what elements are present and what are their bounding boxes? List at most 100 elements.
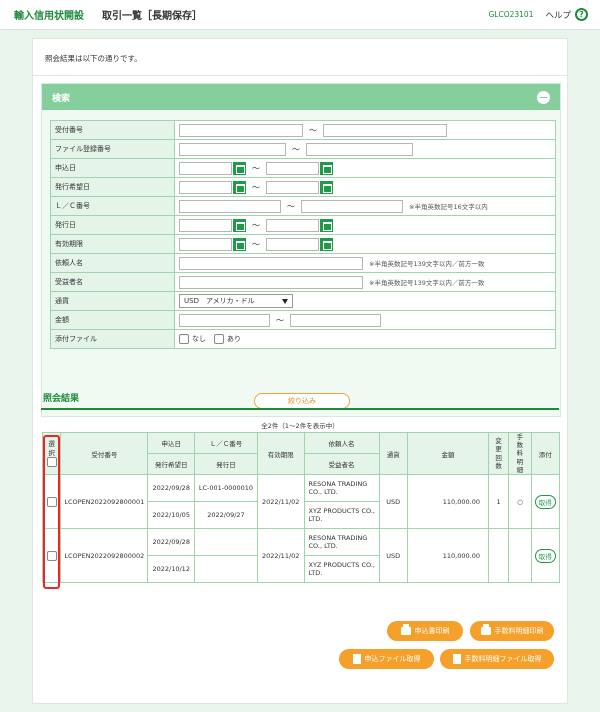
expiry-to-input[interactable]	[266, 237, 319, 251]
expiry-from-input[interactable]	[179, 237, 232, 251]
file-icon	[352, 654, 361, 664]
change-count-cell	[487, 528, 510, 583]
range-separator: 〜	[309, 125, 317, 135]
get-fee-detail-file-button[interactable]: 手数料明細ファイル取得	[440, 649, 554, 669]
lc-no-cell: LC-001-0000010	[194, 474, 258, 502]
col-change-count: 変更回数	[487, 432, 510, 475]
calendar-icon[interactable]	[233, 237, 246, 251]
get-application-file-button[interactable]: 申込ファイル取得	[339, 649, 434, 669]
issue-hope-date-cell: 2022/10/12	[147, 555, 196, 583]
applicant-cell: RESONA TRADING CO., LTD.	[303, 528, 380, 556]
file-reg-no-to-input[interactable]	[306, 142, 413, 156]
page-title: 取引一覧［長期保存］	[102, 11, 202, 22]
range-separator: 〜	[287, 201, 295, 211]
apply-date-to-input[interactable]	[266, 161, 319, 175]
lc-no-to-input[interactable]	[301, 199, 403, 213]
col-apply-date: 申込日	[147, 432, 196, 454]
currency-cell: USD	[378, 474, 408, 529]
col-issue-date: 発行日	[194, 453, 258, 475]
range-separator: 〜	[252, 220, 260, 230]
issue-date-from-input[interactable]	[179, 218, 232, 232]
file-reg-no-from-input[interactable]	[179, 142, 286, 156]
help-label: ヘルプ	[545, 10, 571, 21]
lc-no-cell	[194, 528, 258, 556]
print-fee-detail-button[interactable]: 手数料明細印刷	[470, 621, 554, 641]
calendar-icon[interactable]	[320, 180, 333, 194]
label-issue-hope-date: 発行希望日	[50, 177, 175, 197]
print-application-label: 申込書印刷	[414, 627, 450, 635]
issue-date-to-input[interactable]	[266, 218, 319, 232]
label-issue-date: 発行日	[50, 215, 175, 235]
issue-date-cell: 2022/09/27	[194, 501, 258, 529]
currency-cell: USD	[378, 528, 408, 583]
beneficiary-input[interactable]	[179, 275, 363, 289]
amount-to-input[interactable]	[290, 313, 381, 327]
col-change-count-label: 変更回数	[495, 437, 502, 470]
label-apply-date: 申込日	[50, 158, 175, 178]
receipt-no-cell: LCOPEN2022092800001	[60, 474, 149, 529]
search-section: 検索 受付番号 〜 ファイル登録番号 〜 申込日 〜 発行希望日 〜 Ｌ／Ｃ番号	[41, 83, 561, 417]
attachment-cell: 取得	[530, 528, 561, 583]
divider	[33, 75, 567, 76]
calendar-icon[interactable]	[320, 218, 333, 232]
attachment-yes-label: あり	[227, 335, 241, 343]
applicant-input[interactable]	[179, 256, 363, 270]
expiry-cell: 2022/11/02	[256, 528, 305, 583]
get-attachment-button[interactable]: 取得	[534, 548, 556, 563]
apply-date-cell: 2022/09/28	[147, 528, 196, 556]
collapse-icon[interactable]	[537, 90, 550, 104]
screen-id: GLCO23101	[488, 10, 534, 19]
calendar-icon[interactable]	[233, 218, 246, 232]
help-link[interactable]: ヘルプ ?	[545, 8, 588, 21]
search-header[interactable]: 検索	[42, 84, 560, 110]
label-expiry: 有効期限	[50, 234, 175, 254]
col-receipt-no: 受付番号	[60, 432, 149, 475]
amount-cell: 110,000.00	[406, 528, 489, 583]
get-attachment-button[interactable]: 取得	[534, 494, 556, 509]
col-beneficiary: 受益者名	[303, 453, 380, 475]
label-receipt-no: 受付番号	[50, 120, 175, 140]
apply-date-from-input[interactable]	[179, 161, 232, 175]
lc-no-from-input[interactable]	[179, 199, 281, 213]
lc-no-note: ※半角英数記号16文字以内	[409, 203, 488, 211]
print-fee-detail-label: 手数料明細印刷	[494, 627, 544, 635]
attachment-none-checkbox[interactable]	[179, 334, 189, 344]
label-amount: 金額	[50, 310, 175, 330]
attachment-yes-checkbox[interactable]	[214, 334, 224, 344]
calendar-icon[interactable]	[233, 161, 246, 175]
calendar-icon[interactable]	[320, 237, 333, 251]
main-panel: 照会結果は以下の通りです。 検索 受付番号 〜 ファイル登録番号 〜 申込日 〜…	[32, 38, 568, 704]
beneficiary-cell: XYZ PRODUCTS CO., LTD.	[303, 555, 380, 583]
get-fee-detail-file-label: 手数料明細ファイル取得	[464, 655, 542, 663]
table-row: LCOPEN2022092800001 2022/09/28 LC-001-00…	[41, 474, 561, 529]
issue-date-cell	[194, 555, 258, 583]
filter-button[interactable]: 絞り込み	[254, 393, 350, 409]
receipt-no-from-input[interactable]	[179, 123, 303, 137]
search-title: 検索	[52, 93, 71, 104]
applicant-cell: RESONA TRADING CO., LTD.	[303, 474, 380, 502]
receipt-no-to-input[interactable]	[323, 123, 447, 137]
results-title: 照会結果	[43, 394, 80, 404]
amount-from-input[interactable]	[179, 313, 270, 327]
search-form: 受付番号 〜 ファイル登録番号 〜 申込日 〜 発行希望日 〜 Ｌ／Ｃ番号 〜 ※…	[50, 120, 556, 349]
currency-select[interactable]: USD アメリカ・ドル	[179, 294, 293, 308]
range-separator: 〜	[276, 315, 284, 325]
get-application-file-label: 申込ファイル取得	[364, 655, 421, 663]
col-fee-detail: 手数料明細	[508, 432, 532, 475]
fee-detail-cell: ○	[508, 474, 532, 529]
amount-cell: 110,000.00	[406, 474, 489, 529]
calendar-icon[interactable]	[320, 161, 333, 175]
app-title: 輸入信用状開設	[14, 11, 84, 22]
intro-text: 照会結果は以下の通りです。	[45, 54, 142, 63]
select-column-highlight	[43, 435, 60, 589]
calendar-icon[interactable]	[233, 180, 246, 194]
issue-hope-date-from-input[interactable]	[179, 180, 232, 194]
beneficiary-cell: XYZ PRODUCTS CO., LTD.	[303, 501, 380, 529]
label-beneficiary: 受益者名	[50, 272, 175, 292]
file-icon	[452, 654, 461, 664]
print-application-button[interactable]: 申込書印刷	[387, 621, 463, 641]
col-lc-no: Ｌ／Ｃ番号	[194, 432, 258, 454]
col-attachment: 添付	[530, 432, 561, 475]
issue-hope-date-to-input[interactable]	[266, 180, 319, 194]
range-separator: 〜	[292, 144, 300, 154]
